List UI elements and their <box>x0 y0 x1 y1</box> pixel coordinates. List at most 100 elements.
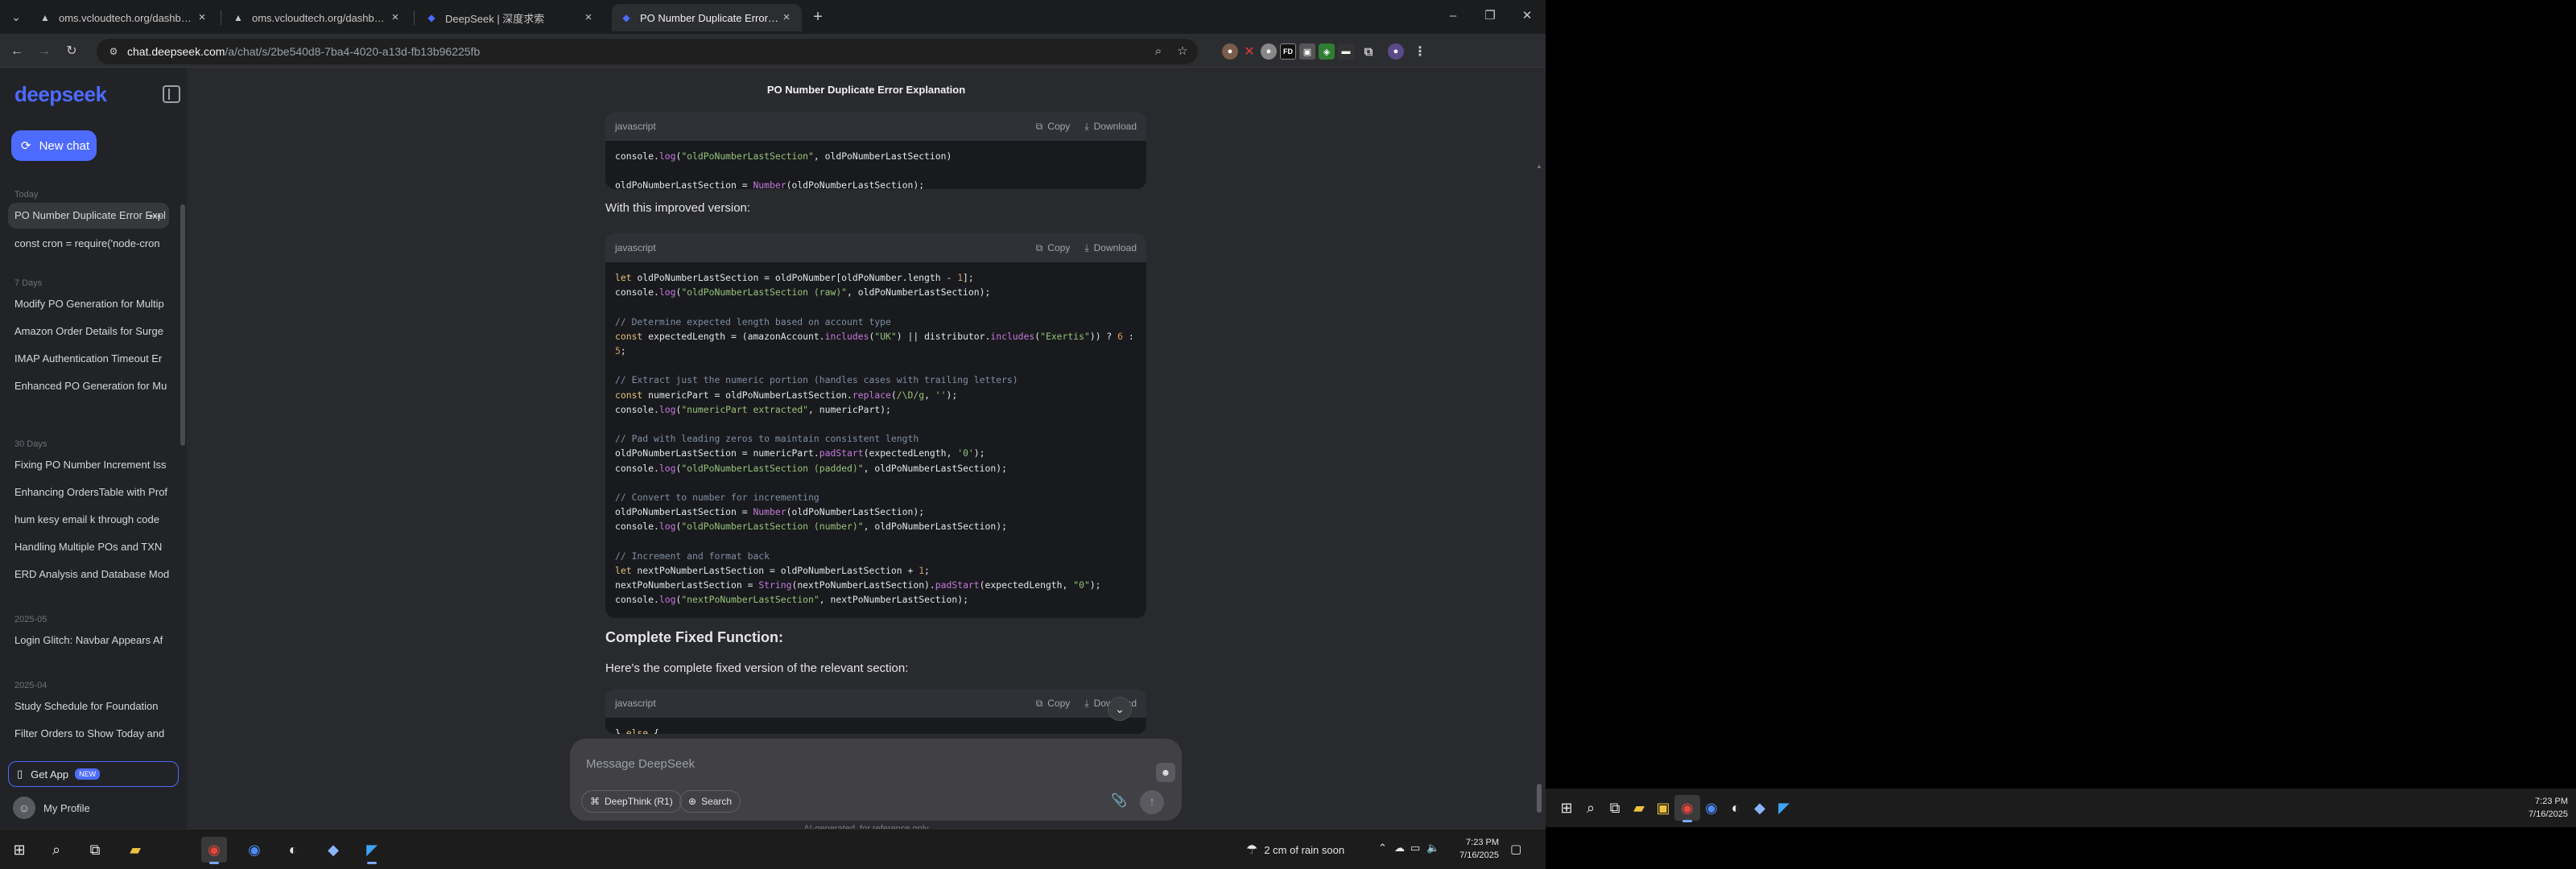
bookmark-star-icon[interactable]: ☆ <box>1174 43 1191 60</box>
site-info-icon[interactable]: ⚙ <box>105 43 122 60</box>
sidebar-chat-item[interactable]: Study Schedule for Foundation <box>8 694 169 719</box>
browser-tab-active[interactable]: ◆ PO Number Duplicate Error Exp × <box>612 4 802 31</box>
file-explorer-icon[interactable]: ▰ <box>122 837 148 863</box>
active-indicator <box>1682 820 1692 822</box>
attach-file-icon[interactable]: 📎 <box>1108 790 1130 813</box>
search-toggle[interactable]: ⊕ Search <box>679 790 741 813</box>
extension-icon[interactable]: ● <box>1261 43 1277 60</box>
extension-icon[interactable]: ▣ <box>1299 43 1315 60</box>
extension-close-icon[interactable]: ✕ <box>1241 43 1257 60</box>
copy-button[interactable]: ⧉ Copy <box>1036 698 1071 710</box>
sidebar-scrollbar[interactable] <box>180 204 185 446</box>
chrome-icon[interactable]: ◉ <box>201 837 227 864</box>
address-bar[interactable]: ⚙ chat.deepseek.com/a/chat/s/2be540d8-7b… <box>97 39 1198 64</box>
app-icon[interactable]: ◐ <box>1723 795 1748 821</box>
get-app-button[interactable]: ▯ Get App NEW <box>8 761 179 787</box>
browser-tab[interactable]: ▲ oms.vcloudtech.org/dashboard × <box>31 4 217 31</box>
app-icon[interactable]: ◐ <box>280 837 306 863</box>
main-scrollbar[interactable]: ▲ <box>1536 116 1542 816</box>
file-explorer-icon[interactable]: ▰ <box>1626 795 1652 821</box>
windows-start-icon[interactable]: ⊞ <box>6 837 32 863</box>
windows-start-icon[interactable]: ⊞ <box>1554 795 1579 821</box>
chrome-profile-icon[interactable]: ◉ <box>242 837 267 863</box>
chrome-profile-icon[interactable]: ◉ <box>1699 795 1724 821</box>
forward-icon[interactable]: → <box>34 41 55 62</box>
sidebar-chat-item[interactable]: const cron = require('node-cron <box>8 231 169 257</box>
weather-widget[interactable]: ☂ 2 cm of rain soon <box>1246 842 1344 858</box>
my-profile-button[interactable]: ☺ My Profile <box>13 797 90 819</box>
new-chat-button[interactable]: ⟳ New chat <box>11 130 97 161</box>
vscode-icon[interactable]: ◤ <box>1771 795 1797 821</box>
sidebar-chat-item[interactable]: Login Glitch: Navbar Appears Af <box>8 628 169 653</box>
download-button[interactable]: ⤓ Download <box>1084 242 1137 254</box>
sidebar-chat-item[interactable]: Amazon Order Details for Surge <box>8 319 169 344</box>
vscode-alt-icon[interactable]: ◆ <box>1747 795 1773 821</box>
cloud-icon[interactable]: ☁ <box>1394 842 1405 855</box>
more-options-icon[interactable]: ••• <box>149 203 161 229</box>
message-input[interactable] <box>586 753 1069 774</box>
sidebar-chat-item[interactable]: Filter Orders to Show Today and <box>8 721 169 747</box>
system-clock[interactable]: 7:23 PM 7/16/2025 <box>1454 836 1499 862</box>
close-tab-icon[interactable]: × <box>388 10 402 25</box>
sidebar-chat-item[interactable]: Enhanced PO Generation for Mu <box>8 373 169 399</box>
notifications-icon[interactable]: ▢ <box>1510 842 1521 856</box>
system-clock[interactable]: 7:23 PM 7/16/2025 <box>2520 795 2568 821</box>
sidebar-chat-item[interactable]: IMAP Authentication Timeout Er <box>8 346 169 372</box>
sidebar-chat-item[interactable]: Handling Multiple POs and TXN <box>8 534 169 560</box>
vscode-icon[interactable]: ◤ <box>359 837 385 864</box>
send-button[interactable]: ↑ <box>1140 790 1164 814</box>
address-url[interactable]: chat.deepseek.com/a/chat/s/2be540d8-7ba4… <box>127 45 480 58</box>
sidebar-chat-item[interactable]: ERD Analysis and Database Mod <box>8 562 169 587</box>
close-tab-icon[interactable]: × <box>581 10 596 25</box>
close-tab-icon[interactable]: × <box>779 10 794 25</box>
scrollbar-thumb[interactable] <box>1537 784 1542 813</box>
search-icon[interactable]: ⌕ <box>43 837 69 863</box>
search-label: Search <box>701 796 733 807</box>
sidebar-chat-item[interactable]: PO Number Duplicate Error Expl ••• <box>8 203 169 229</box>
new-tab-icon[interactable]: + <box>808 7 828 27</box>
browser-menu-icon[interactable]: ⋮ <box>1412 43 1428 60</box>
sidebar-chat-item[interactable]: Enhancing OrdersTable with Prof <box>8 480 169 505</box>
chrome-icon[interactable]: ◉ <box>1674 795 1700 822</box>
sidebar-toggle-icon[interactable] <box>163 85 180 103</box>
close-tab-icon[interactable]: × <box>195 10 209 25</box>
tab-search-chevron-icon[interactable]: ⌄ <box>6 7 26 27</box>
sidebar-chat-item[interactable]: hum kesy email k through code <box>8 507 169 533</box>
task-view-icon[interactable]: ⧉ <box>1602 795 1628 821</box>
scroll-up-arrow-icon[interactable]: ▲ <box>1536 163 1542 170</box>
browser-tab[interactable]: ◆ DeepSeek | 深度求索 × <box>417 4 604 31</box>
sidebar-chat-item[interactable]: Modify PO Generation for Multip <box>8 291 169 317</box>
copy-button[interactable]: ⧉ Copy <box>1036 121 1071 133</box>
extension-icon[interactable]: ● <box>1222 43 1238 60</box>
sidebar-chat-label: Handling Multiple POs and TXN <box>14 541 163 553</box>
search-page-icon[interactable]: ⌕ <box>1150 43 1167 60</box>
back-icon[interactable]: ← <box>6 41 27 62</box>
store-icon[interactable]: ▣ <box>1650 795 1676 821</box>
network-icon[interactable]: ▭ <box>1410 842 1420 855</box>
restore-icon[interactable]: ❐ <box>1472 5 1509 27</box>
profile-avatar-icon[interactable]: ● <box>1388 43 1404 60</box>
new-badge: NEW <box>75 768 101 780</box>
extension-icon[interactable]: ▬ <box>1338 43 1354 60</box>
deepthink-toggle[interactable]: ⌘ DeepThink (R1) <box>581 790 682 813</box>
browser-tab[interactable]: ▲ oms.vcloudtech.org/dashboard × <box>224 4 411 31</box>
extensions-puzzle-icon[interactable]: ⧉ <box>1360 43 1377 60</box>
search-icon[interactable]: ⌕ <box>1578 795 1604 821</box>
deepseek-logo: deepseek <box>14 82 107 106</box>
sidebar-chat-item[interactable]: Fixing PO Number Increment Iss <box>8 452 169 478</box>
copy-button[interactable]: ⧉ Copy <box>1036 242 1071 254</box>
code-language-label: javascript <box>615 121 656 132</box>
task-view-icon[interactable]: ⧉ <box>82 837 108 863</box>
reload-icon[interactable]: ↻ <box>61 41 82 62</box>
minimize-icon[interactable]: – <box>1435 5 1472 27</box>
show-hidden-icons-icon[interactable]: ⌃ <box>1378 842 1387 855</box>
extension-icon[interactable]: FD <box>1280 43 1296 60</box>
close-window-icon[interactable]: ✕ <box>1509 5 1546 27</box>
extension-icon[interactable]: ◈ <box>1319 43 1335 60</box>
sidebar-chat-label: Fixing PO Number Increment Iss <box>14 459 167 471</box>
scroll-down-button[interactable]: ⌄ <box>1108 697 1132 721</box>
download-button[interactable]: ⤓ Download <box>1084 121 1137 133</box>
vscode-alt-icon[interactable]: ◆ <box>320 837 346 863</box>
volume-icon[interactable]: 🔈 <box>1426 842 1439 855</box>
assistant-icon: ☻ <box>1156 763 1175 782</box>
